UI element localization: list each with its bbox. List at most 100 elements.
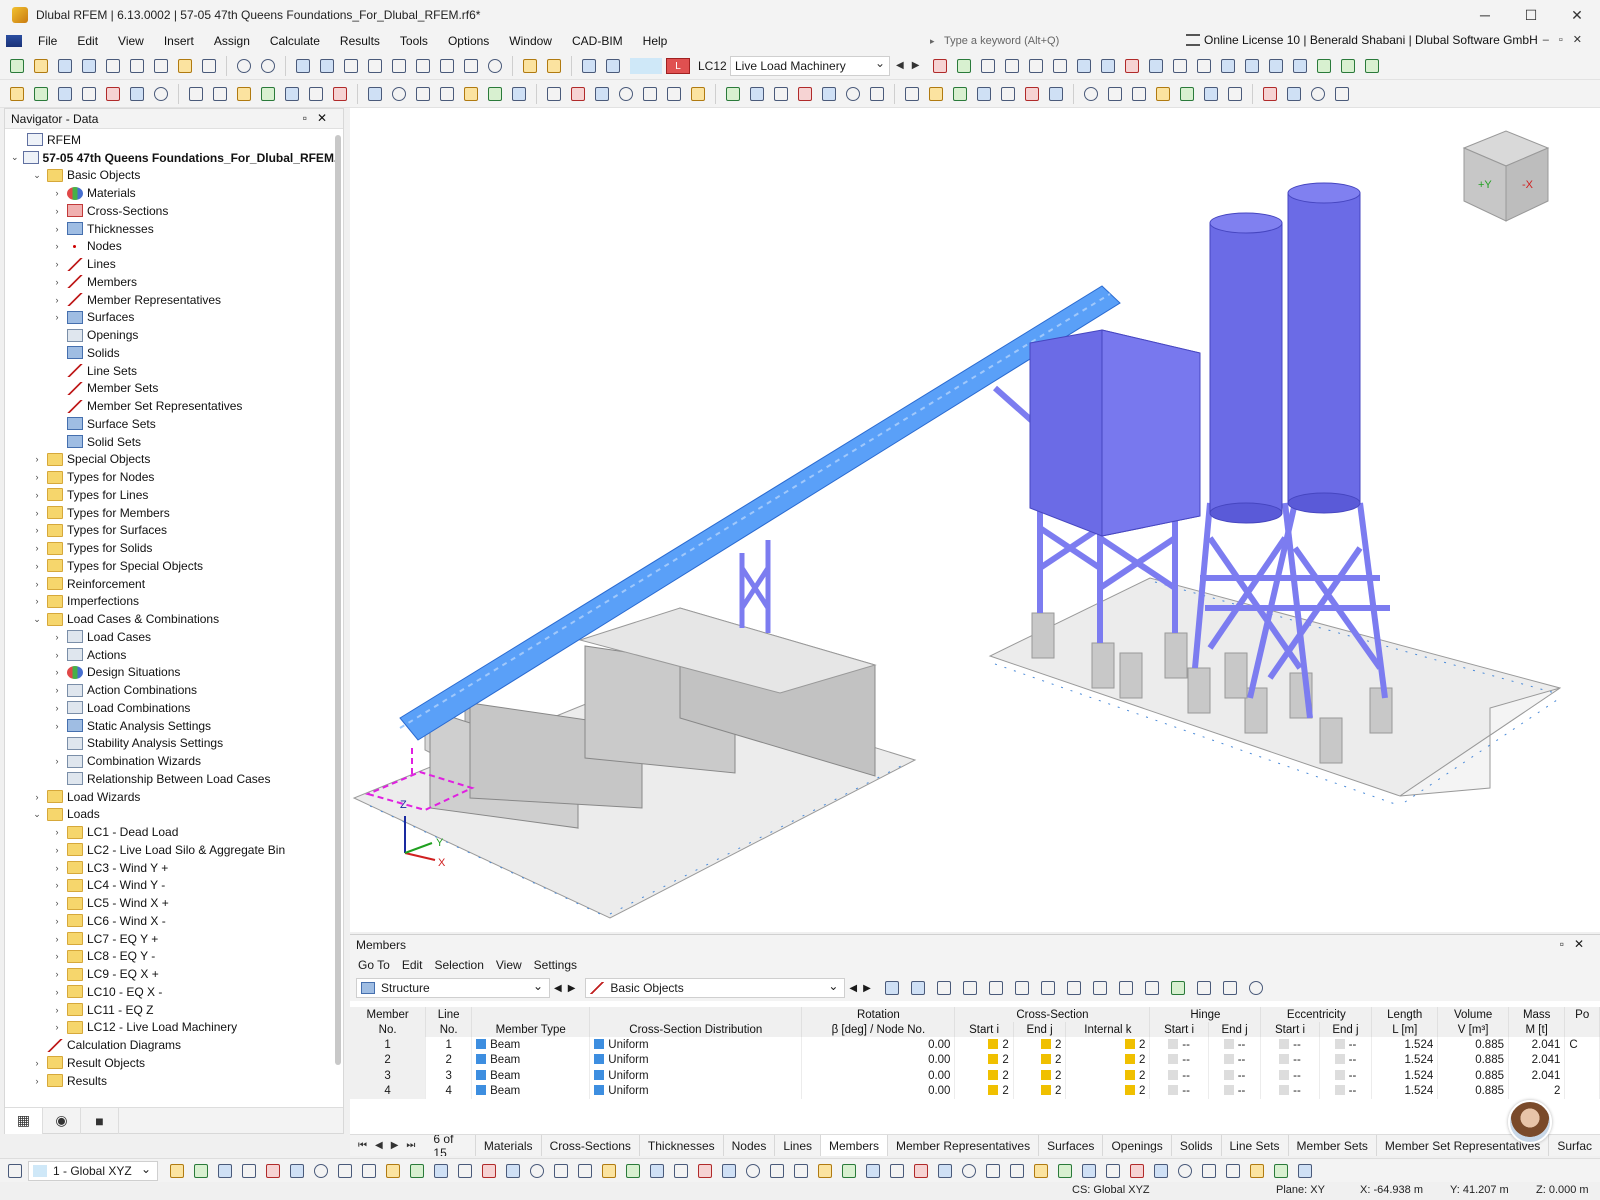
grid-icon[interactable]	[1169, 55, 1191, 77]
undo-icon[interactable]	[233, 55, 255, 77]
tab-solids[interactable]: Solids	[1170, 1135, 1221, 1156]
cell-mass[interactable]: 2.041	[1508, 1068, 1566, 1084]
table-formula-icon[interactable]	[1141, 977, 1163, 999]
table-pick-icon[interactable]	[907, 977, 929, 999]
object-filter-arrows[interactable]: ◀▶	[849, 983, 876, 994]
show-loads-icon[interactable]	[929, 55, 951, 77]
hinge-tool-icon[interactable]	[126, 83, 148, 105]
table-row[interactable]: 2 2 Beam Uniform 0.00 2 2 2 -- -- -- -- 1.524 0.885 2.…	[350, 1052, 1600, 1068]
tab-surfaces[interactable]: Surfaces	[1038, 1135, 1102, 1156]
snap-option-4-icon[interactable]	[238, 1160, 260, 1182]
expand-arrow-icon[interactable]: ›	[31, 490, 43, 500]
tab-members[interactable]: Members	[820, 1135, 888, 1156]
stack-3-tool-icon[interactable]	[1331, 83, 1353, 105]
expand-arrow-icon[interactable]: ›	[51, 241, 63, 251]
cell-len[interactable]: 1.524	[1371, 1068, 1439, 1084]
cell-mass[interactable]: 2	[1508, 1083, 1566, 1099]
expand-arrow-icon[interactable]: ›	[51, 632, 63, 642]
cell-e_i[interactable]: --	[1260, 1037, 1320, 1053]
expand-arrow-icon[interactable]: ›	[51, 934, 63, 944]
col-header[interactable]: Cross-Section Distribution	[589, 1022, 803, 1037]
stack-1-tool-icon[interactable]	[1283, 83, 1305, 105]
render-tool-icon[interactable]	[770, 83, 792, 105]
expand-arrow-icon[interactable]: ›	[31, 792, 43, 802]
table-filter-icon[interactable]	[1115, 977, 1137, 999]
expand-arrow-icon[interactable]: ›	[31, 1076, 43, 1086]
table-row[interactable]: 4 4 Beam Uniform 0.00 2 2 2 -- -- -- -- 1.524 0.885 2	[350, 1083, 1600, 1099]
cell-type[interactable]: Beam	[471, 1083, 591, 1099]
menu-insert[interactable]: Insert	[154, 34, 204, 48]
display-tab-icon[interactable]: ◉	[43, 1107, 81, 1134]
polyline-tool-icon[interactable]	[54, 83, 76, 105]
navigation-cube[interactable]: +Y -X	[1456, 126, 1556, 226]
solid-view-tool-icon[interactable]	[818, 83, 840, 105]
tree-item[interactable]: Line Sets	[5, 362, 335, 380]
expand-arrow-icon[interactable]: ›	[51, 224, 63, 234]
tree-item[interactable]: Member Sets	[5, 380, 335, 398]
snap-option-38-icon[interactable]	[1054, 1160, 1076, 1182]
cell-mass[interactable]: 2.041	[1508, 1037, 1566, 1053]
settings-tool-icon[interactable]	[1128, 83, 1150, 105]
tree-item[interactable]: › Lines	[5, 255, 335, 273]
member-tool-icon[interactable]	[150, 83, 172, 105]
object-filter-select[interactable]: Basic Objects	[585, 978, 846, 998]
cell-cs_i[interactable]: 2	[954, 1052, 1014, 1068]
snap-option-2-icon[interactable]	[190, 1160, 212, 1182]
tree-item[interactable]: › Result Objects	[5, 1054, 335, 1072]
cell-line[interactable]: 3	[425, 1068, 473, 1084]
transparency-tool-icon[interactable]	[842, 83, 864, 105]
snap-option-12-icon[interactable]	[430, 1160, 452, 1182]
panel-icon[interactable]	[364, 55, 386, 77]
print-view-tool-icon[interactable]	[1104, 83, 1126, 105]
cell-h_i[interactable]: --	[1149, 1052, 1209, 1068]
cell-cs_j[interactable]: 2	[1013, 1052, 1067, 1068]
expand-arrow-icon[interactable]: ›	[51, 703, 63, 713]
line-tool-icon[interactable]	[30, 83, 52, 105]
cell-dist[interactable]: Uniform	[589, 1068, 803, 1084]
tab-member-representatives[interactable]: Member Representatives	[887, 1135, 1038, 1156]
cell-type[interactable]: Beam	[471, 1037, 591, 1053]
members-menu-selection[interactable]: Selection	[429, 958, 490, 972]
mdi-window-controls[interactable]: –▫✕	[1543, 33, 1592, 46]
menu-help[interactable]: Help	[633, 34, 678, 48]
tree-item[interactable]: › Load Combinations	[5, 699, 335, 717]
isolate-tool-icon[interactable]	[746, 83, 768, 105]
cell-cs_k[interactable]: 2	[1065, 1037, 1151, 1053]
expand-arrow-icon[interactable]: ›	[51, 756, 63, 766]
snap-option-35-icon[interactable]	[982, 1160, 1004, 1182]
snap-option-1-icon[interactable]	[166, 1160, 188, 1182]
axes-tool-icon[interactable]	[949, 83, 971, 105]
view-top-icon[interactable]	[1289, 55, 1311, 77]
tree-item[interactable]: › LC4 - Wind Y -	[5, 877, 335, 895]
members-menu-goto[interactable]: Go To	[352, 958, 396, 972]
cell-e_j[interactable]: --	[1319, 1083, 1373, 1099]
col-header[interactable]: β [deg] / Node No.	[801, 1022, 956, 1037]
expand-arrow-icon[interactable]: ›	[31, 454, 43, 464]
solid-tool-icon[interactable]	[209, 83, 231, 105]
cell-line[interactable]: 2	[425, 1052, 473, 1068]
copy-tool-icon[interactable]	[257, 83, 279, 105]
snap-option-41-icon[interactable]	[1126, 1160, 1148, 1182]
render-icon[interactable]	[1097, 55, 1119, 77]
structure-filter-select[interactable]: Structure	[356, 978, 550, 998]
cell-cs_i[interactable]: 2	[954, 1068, 1014, 1084]
zoom-tool-icon[interactable]	[997, 83, 1019, 105]
report-icon[interactable]	[198, 55, 220, 77]
snap-option-42-icon[interactable]	[1150, 1160, 1172, 1182]
divide-tool-icon[interactable]	[388, 83, 410, 105]
table-delete-row-icon[interactable]	[1011, 977, 1033, 999]
expand-arrow-icon[interactable]: ›	[31, 508, 43, 518]
node-tool-icon[interactable]	[6, 83, 28, 105]
webservice-icon[interactable]	[78, 55, 100, 77]
menu-tools[interactable]: Tools	[390, 34, 438, 48]
tree-item[interactable]: Member Set Representatives	[5, 397, 335, 415]
cell-vol[interactable]: 0.885	[1437, 1037, 1509, 1053]
axis-z-icon[interactable]	[1361, 55, 1383, 77]
cell-type[interactable]: Beam	[471, 1052, 591, 1068]
cell-dist[interactable]: Uniform	[589, 1083, 803, 1099]
cell-rot[interactable]: 0.00	[801, 1083, 956, 1099]
tree-item[interactable]: › Load Wizards	[5, 788, 335, 806]
section-tool-icon[interactable]	[639, 83, 661, 105]
snap-option-43-icon[interactable]	[1174, 1160, 1196, 1182]
snap-option-10-icon[interactable]	[382, 1160, 404, 1182]
